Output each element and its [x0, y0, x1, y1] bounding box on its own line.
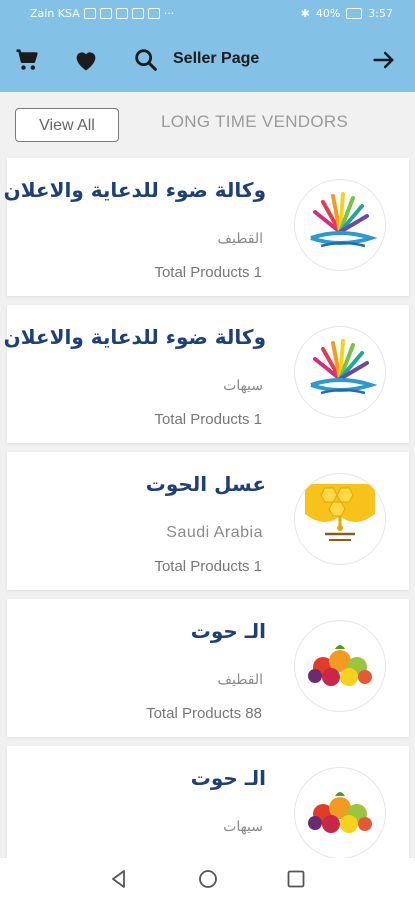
vendor-city: القطيف — [217, 230, 263, 246]
vendor-list: وكالة ضوء للدعاية والاعلان القطيف Total … — [3, 158, 409, 893]
carrier-label: Zain KSA — [30, 7, 80, 20]
vendor-city: سيهات — [223, 377, 263, 393]
vendor-card[interactable]: وكالة ضوء للدعاية والاعلان القطيف Total … — [3, 158, 409, 296]
wifi-icon — [99, 8, 112, 19]
heart-icon[interactable] — [72, 46, 100, 74]
vendor-card[interactable]: الـ حوت القطيف Total Products 88 — [7, 599, 409, 737]
vendor-name: وكالة ضوء للدعاية والاعلان — [3, 325, 266, 349]
vendor-city: سيهات — [223, 818, 263, 834]
list-header: View All LONG TIME VENDORS — [0, 92, 415, 158]
battery-icon — [346, 8, 363, 19]
vendor-total-products: Total Products 1 — [154, 264, 262, 281]
arrow-right-icon[interactable] — [370, 46, 398, 74]
notification-icon — [147, 8, 160, 19]
bluetooth-icon: ✱ — [300, 7, 310, 20]
recents-icon[interactable] — [285, 868, 307, 890]
vendor-name: الـ حوت — [190, 619, 266, 643]
app-bar: Seller Page — [0, 28, 415, 92]
vendor-total-products: Total Products 1 — [154, 558, 262, 575]
clock: 3:57 — [368, 7, 393, 20]
search-icon[interactable] — [132, 46, 160, 74]
status-left: Zain KSA ··· — [30, 7, 174, 20]
status-bar: Zain KSA ··· ✱ 40% 3:57 — [0, 0, 415, 28]
system-nav-bar — [0, 858, 415, 900]
more-notifications-icon: ··· — [163, 7, 175, 20]
section-title: LONG TIME VENDORS — [161, 112, 349, 131]
battery-percent: 40% — [315, 7, 341, 20]
vendor-total-products: Total Products 88 — [146, 705, 262, 722]
vendor-name: عسل الحوت — [145, 472, 266, 496]
fruit-basket-logo — [295, 621, 385, 711]
rainbow-book-logo — [295, 327, 385, 417]
notification-icon — [115, 8, 128, 19]
page-title: Seller Page — [173, 50, 260, 67]
fruit-basket-logo — [295, 768, 385, 858]
vendor-card[interactable]: وكالة ضوء للدعاية والاعلان سيهات Total P… — [3, 305, 409, 443]
back-icon[interactable] — [108, 868, 130, 890]
status-right: ✱ 40% 3:57 — [301, 7, 393, 20]
vendor-name: وكالة ضوء للدعاية والاعلان — [3, 178, 266, 202]
vendor-name: الـ حوت — [190, 766, 266, 790]
rainbow-book-logo — [295, 180, 385, 270]
cart-icon[interactable] — [13, 46, 41, 74]
signal-icon — [83, 8, 96, 19]
vendor-card[interactable]: عسل الحوت Saudi Arabia Total Products 1 — [7, 452, 409, 590]
vendor-total-products: Total Products 1 — [154, 411, 262, 428]
home-icon[interactable] — [197, 868, 219, 890]
notification-icon — [131, 8, 144, 19]
vendor-city: Saudi Arabia — [166, 524, 263, 541]
honey-logo — [295, 474, 385, 564]
view-all-button[interactable]: View All — [15, 108, 119, 142]
vendor-city: القطيف — [217, 671, 263, 687]
